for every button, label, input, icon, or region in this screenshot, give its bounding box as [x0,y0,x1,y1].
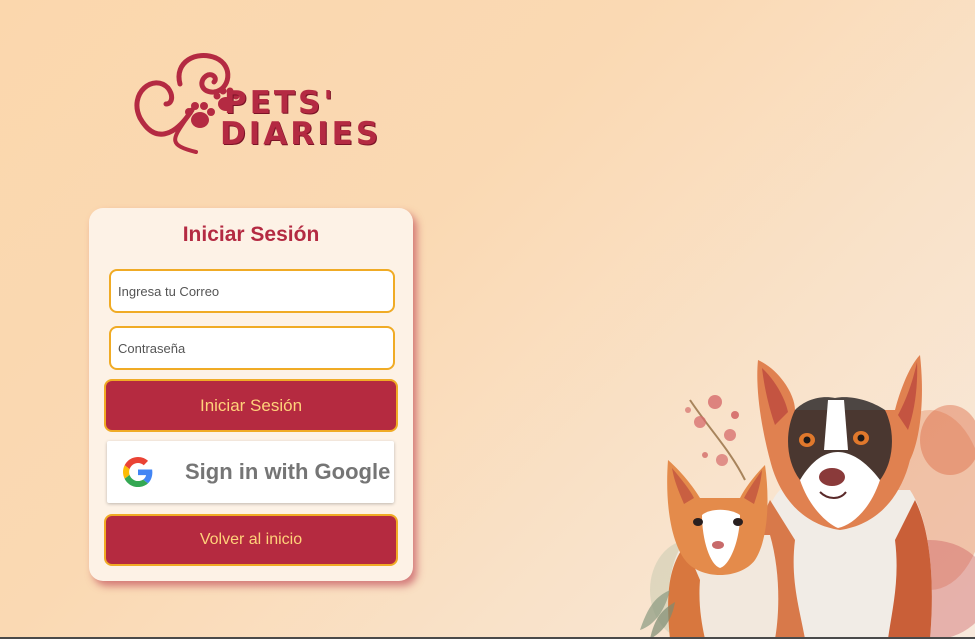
google-g-icon [123,457,153,487]
login-button[interactable]: Iniciar Sesión [104,379,398,432]
login-title: Iniciar Sesión [182,223,320,246]
google-sign-in-button[interactable]: Sign in with Google [107,441,394,503]
password-input[interactable] [109,326,395,370]
google-sign-in-label: Sign in with Google [185,459,391,484]
brand-logo: PETS' DIARIES [134,48,378,158]
login-card: Iniciar Sesión Iniciar Sesión Sign in wi… [89,208,413,581]
email-input[interactable] [109,269,395,313]
brand-wordmark-line2: DIARIES [220,116,382,152]
back-home-button[interactable]: Volver al inicio [104,514,398,566]
brand-wordmark: PETS' DIARIES [220,88,381,150]
dog-cat-watercolor-illustration [640,355,975,639]
